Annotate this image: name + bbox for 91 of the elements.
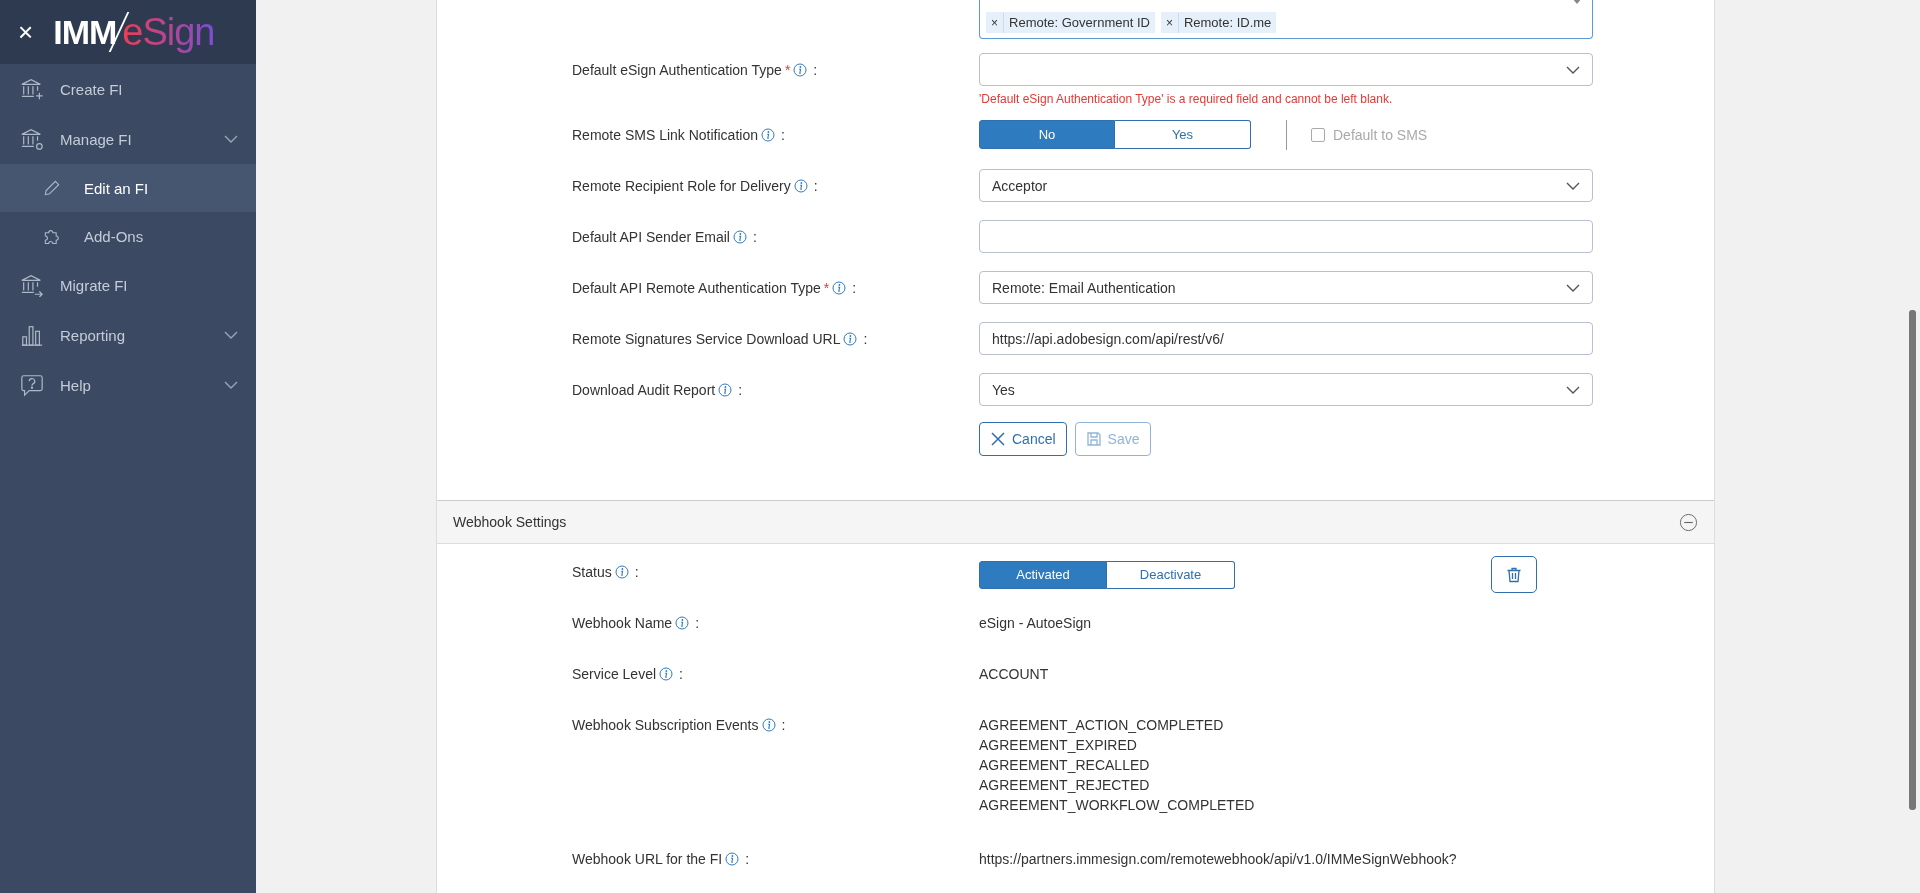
required-mark: * — [784, 61, 791, 78]
chevron-down-icon[interactable] — [224, 135, 238, 143]
chevron-down-icon[interactable] — [1566, 181, 1580, 190]
nav-item[interactable]: Manage FI — [0, 114, 256, 164]
info-icon[interactable] — [718, 382, 733, 397]
bank-plus-icon — [20, 77, 44, 101]
label-colon: : — [780, 126, 785, 143]
label-colon: : — [679, 666, 683, 682]
label-colon: : — [813, 61, 818, 78]
info-icon[interactable] — [793, 178, 808, 193]
nav-item[interactable]: Help — [0, 360, 256, 410]
info-icon[interactable] — [843, 331, 858, 346]
label-colon: : — [863, 330, 868, 347]
text-field[interactable]: https://api.adobesign.com/api/rest/v6/ — [979, 322, 1593, 355]
multi-select-field[interactable]: × Remote: Government ID × Remote: ID.me — [979, 0, 1593, 39]
cancel-button[interactable]: Cancel — [979, 422, 1067, 456]
logo: IMM eSign — [53, 10, 215, 54]
close-button[interactable]: × — [18, 19, 34, 45]
field-label: Remote Signatures Service Download URL — [572, 330, 841, 347]
field-value: AGREEMENT_RECALLED — [979, 756, 1151, 775]
label-colon: : — [852, 279, 857, 296]
scrollbar-thumb[interactable] — [1909, 310, 1916, 810]
select-field[interactable]: Yes — [979, 373, 1593, 406]
nav-item[interactable]: Migrate FI — [0, 260, 256, 310]
field-label: Webhook Name — [572, 615, 673, 631]
error-message: 'Default eSign Authentication Type' is a required field and cannot be left blank. — [979, 92, 1394, 106]
section-title: Webhook Settings — [453, 514, 567, 530]
remove-tag-button[interactable]: × — [986, 12, 1004, 33]
label-colon: : — [753, 228, 757, 245]
nav-item[interactable]: Reporting — [0, 310, 256, 360]
toggle-option[interactable]: No — [979, 120, 1115, 149]
bar-chart-icon — [20, 323, 44, 347]
chevron-down-icon[interactable] — [224, 381, 238, 389]
field-value: https://partners.immesign.com/remotewebhook/api/v1.0/IMMeSignWebhook? — [979, 850, 1458, 869]
label-colon: : — [695, 615, 700, 631]
field-value: eSign - AutoeSign — [979, 614, 1093, 633]
info-icon[interactable] — [733, 229, 747, 244]
tag-chip: × Remote: Government ID — [986, 12, 1155, 33]
required-mark: * — [823, 279, 830, 296]
field-value: AGREEMENT_WORKFLOW_COMPLETED — [979, 796, 1256, 815]
bank-arrow-icon — [20, 273, 44, 297]
field-label: Service Level — [572, 666, 657, 682]
field-value: AGREEMENT_EXPIRED — [979, 736, 1138, 755]
label-colon: : — [813, 177, 818, 194]
trash-icon — [1506, 566, 1522, 583]
delete-button[interactable] — [1491, 556, 1537, 593]
tag-chip: × Remote: ID.me — [1160, 12, 1277, 33]
remove-tag-button[interactable]: × — [1160, 12, 1179, 33]
bank-gear-icon — [20, 127, 44, 151]
toggle-option[interactable]: Deactivate — [1107, 560, 1235, 589]
select-field[interactable]: Acceptor — [979, 169, 1593, 202]
section-header[interactable]: Webhook Settings — [437, 500, 1714, 544]
info-icon[interactable] — [614, 565, 629, 579]
help-bubble-icon — [20, 373, 44, 397]
nav-item[interactable]: Create FI — [0, 64, 256, 114]
chevron-down-icon[interactable] — [224, 331, 238, 339]
chevron-down-icon[interactable] — [1566, 283, 1580, 292]
field-value: ACCOUNT — [979, 665, 1050, 684]
toggle-option[interactable]: Activated — [979, 560, 1107, 589]
field-label: Remote SMS Link Notification — [572, 126, 758, 143]
field-value: AGREEMENT_REJECTED — [979, 776, 1151, 795]
field-value: AGREEMENT_ACTION_COMPLETED — [979, 716, 1225, 735]
info-icon[interactable] — [793, 62, 808, 77]
info-icon[interactable] — [725, 852, 740, 866]
collapse-icon[interactable] — [1679, 512, 1698, 532]
field-label: Remote Recipient Role for Delivery — [572, 177, 791, 194]
info-icon[interactable] — [832, 280, 847, 295]
info-icon[interactable] — [760, 127, 775, 142]
info-icon[interactable] — [761, 718, 776, 732]
info-icon[interactable] — [675, 616, 690, 630]
label-colon: : — [634, 564, 639, 580]
field-label: Status — [572, 564, 612, 580]
info-icon[interactable] — [659, 667, 674, 681]
label-colon: : — [781, 717, 786, 733]
text-field[interactable] — [979, 220, 1593, 253]
field-label: Webhook URL for the FI — [572, 851, 723, 867]
nav-subitem[interactable]: Edit an FI — [0, 164, 256, 212]
field-label: Default API Sender Email — [572, 228, 730, 245]
select-field[interactable]: Remote: Email Authentication — [979, 271, 1593, 304]
label-colon: : — [745, 851, 750, 867]
chevron-down-icon[interactable] — [1566, 65, 1580, 74]
label-colon: : — [738, 381, 743, 398]
field-label: Default API Remote Authentication Type — [572, 279, 821, 296]
select-field[interactable] — [979, 53, 1593, 86]
chevron-down-icon[interactable] — [1566, 385, 1580, 394]
field-label: Webhook Subscription Events — [572, 717, 759, 733]
nav-subitem[interactable]: Add-Ons — [0, 212, 256, 260]
close-icon — [990, 431, 1006, 447]
field-label: Default eSign Authentication Type — [572, 61, 782, 78]
field-label: Download Audit Report — [572, 381, 716, 398]
toggle-option[interactable]: Yes — [1115, 120, 1251, 149]
